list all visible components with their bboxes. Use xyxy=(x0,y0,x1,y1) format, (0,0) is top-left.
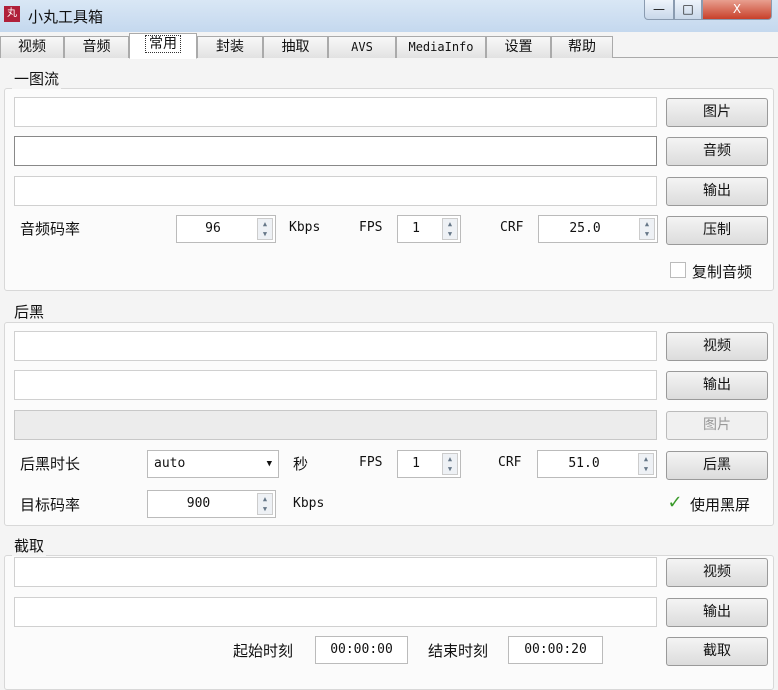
tab-help[interactable]: 帮助 xyxy=(551,36,613,58)
maximize-button[interactable]: □ xyxy=(674,0,702,20)
audio-button[interactable]: 音频 xyxy=(666,137,768,166)
kbps-label: Kbps xyxy=(293,496,325,511)
black-tail-title: 后黑 xyxy=(12,301,47,322)
spin-arrows-icon[interactable]: ▲ ▼ xyxy=(257,493,273,515)
spin-arrows-icon[interactable]: ▲ ▼ xyxy=(442,453,458,475)
crf-spinner[interactable]: 25.0 ▲ ▼ xyxy=(538,215,658,243)
audio-bitrate-spinner[interactable]: 96 ▲ ▼ xyxy=(176,215,276,243)
fps-label: FPS xyxy=(359,455,383,470)
audio-bitrate-label: 音频码率 xyxy=(20,220,81,238)
fps-spinner[interactable]: 1 ▲ ▼ xyxy=(397,450,461,478)
image-button[interactable]: 图片 xyxy=(666,98,768,127)
bitrate-spinner[interactable]: 900 ▲ ▼ xyxy=(147,490,276,518)
tab-common[interactable]: 常用 xyxy=(129,33,197,59)
window-title: 小丸工具箱 xyxy=(28,8,104,26)
tab-mux[interactable]: 封装 xyxy=(197,36,263,58)
image-button: 图片 xyxy=(666,411,768,440)
tab-video[interactable]: 视频 xyxy=(0,36,64,58)
output-button[interactable]: 输出 xyxy=(666,177,768,206)
image-path-input[interactable] xyxy=(14,97,657,127)
end-time-input[interactable]: 00:00:20 xyxy=(508,636,603,664)
image-path-input xyxy=(14,410,657,440)
video-button[interactable]: 视频 xyxy=(666,332,768,361)
tab-mediainfo[interactable]: MediaInfo xyxy=(396,36,486,58)
tab-audio[interactable]: 音频 xyxy=(64,36,129,58)
output-button[interactable]: 输出 xyxy=(666,371,768,400)
video-button[interactable]: 视频 xyxy=(666,558,768,587)
copy-audio-checkbox[interactable] xyxy=(670,262,686,278)
copy-audio-label: 复制音频 xyxy=(692,263,753,281)
use-black-label: 使用黑屏 xyxy=(690,496,751,514)
fps-spinner[interactable]: 1 ▲ ▼ xyxy=(397,215,461,243)
seconds-label: 秒 xyxy=(293,455,309,473)
clip-button[interactable]: 截取 xyxy=(666,637,768,666)
duration-select[interactable]: auto ▼ xyxy=(147,450,279,478)
chevron-down-icon: ▼ xyxy=(266,459,272,469)
start-time-input[interactable]: 00:00:00 xyxy=(315,636,408,664)
tab-settings[interactable]: 设置 xyxy=(486,36,551,58)
encode-button[interactable]: 压制 xyxy=(666,216,768,245)
output-path-input[interactable] xyxy=(14,176,657,206)
tab-extract[interactable]: 抽取 xyxy=(263,36,328,58)
spin-arrows-icon[interactable]: ▲ ▼ xyxy=(639,218,655,240)
video-path-input[interactable] xyxy=(14,331,657,361)
crf-label: CRF xyxy=(498,455,522,470)
bitrate-label: 目标码率 xyxy=(20,496,81,514)
audio-path-input[interactable] xyxy=(14,136,657,166)
crf-spinner[interactable]: 51.0 ▲ ▼ xyxy=(537,450,657,478)
tab-avs[interactable]: AVS xyxy=(328,36,396,58)
output-path-input[interactable] xyxy=(14,597,657,627)
kbps-label: Kbps xyxy=(289,220,321,235)
minimize-button[interactable]: — xyxy=(644,0,674,20)
duration-label: 后黑时长 xyxy=(20,455,81,473)
close-button[interactable]: X xyxy=(702,0,772,20)
output-button[interactable]: 输出 xyxy=(666,598,768,627)
spin-arrows-icon[interactable]: ▲ ▼ xyxy=(638,453,654,475)
end-time-label: 结束时刻 xyxy=(428,642,489,660)
crf-label: CRF xyxy=(500,220,524,235)
spin-arrows-icon[interactable]: ▲ ▼ xyxy=(257,218,273,240)
output-path-input[interactable] xyxy=(14,370,657,400)
black-tail-button[interactable]: 后黑 xyxy=(666,451,768,480)
use-black-checkbox[interactable]: ✓ xyxy=(667,494,683,512)
spin-arrows-icon[interactable]: ▲ ▼ xyxy=(442,218,458,240)
clip-title: 截取 xyxy=(12,535,47,556)
start-time-label: 起始时刻 xyxy=(233,642,294,660)
video-path-input[interactable] xyxy=(14,557,657,587)
app-icon: 丸 xyxy=(4,6,20,22)
fps-label: FPS xyxy=(359,220,383,235)
one-image-title: 一图流 xyxy=(12,68,62,89)
